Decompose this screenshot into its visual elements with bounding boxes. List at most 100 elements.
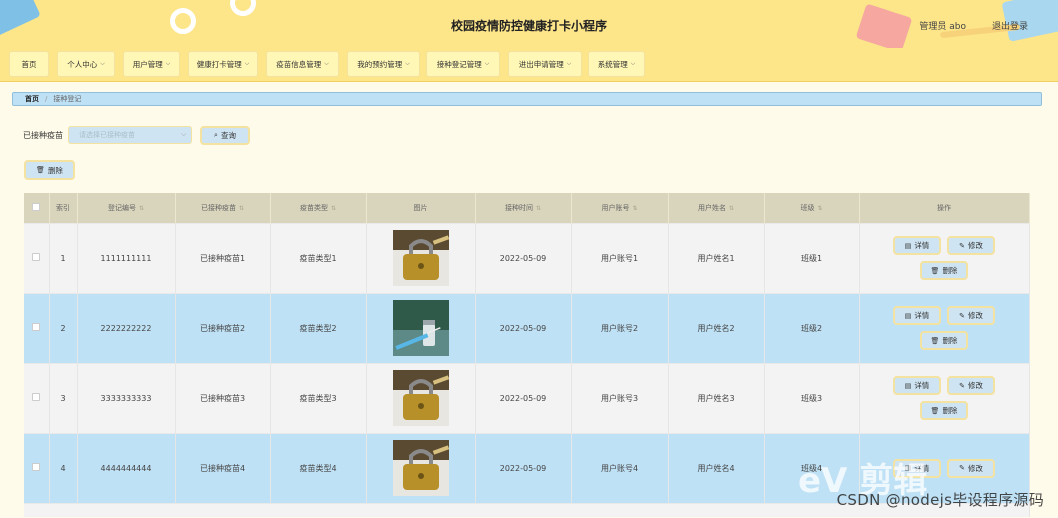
column-header[interactable]: 登记编号 ⇅ — [77, 193, 176, 223]
row-actions: ▤ 详情 ✎ 修改 🗑 删除 — [893, 236, 995, 280]
lock-photo — [392, 370, 449, 426]
edit-button[interactable]: ✎ 修改 — [947, 306, 995, 325]
chevron-down-icon: ⌵ — [405, 60, 410, 67]
vaccine-filter-label: 已接种疫苗 — [23, 131, 63, 140]
nav-item-users[interactable]: 用户管理 ⌵ — [123, 51, 180, 77]
current-user-label: 管理员 abo — [919, 22, 966, 32]
row-checkbox[interactable] — [32, 393, 41, 401]
breadcrumb-separator: / — [45, 95, 48, 103]
breadcrumb-home[interactable]: 首页 — [25, 94, 39, 104]
nav-item-profile[interactable]: 个人中心 ⌵ — [57, 51, 115, 77]
row-code: 4444444444 — [77, 432, 176, 503]
delete-button[interactable]: 🗑 删除 — [920, 261, 968, 280]
pencil-icon: ✎ — [959, 381, 965, 390]
sort-icon[interactable]: ⇅ — [729, 205, 734, 212]
nav-item-label: 首页 — [21, 59, 37, 69]
search-icon: ⌕ — [214, 131, 218, 139]
detail-button[interactable]: ▤ 详情 — [893, 376, 941, 395]
row-code: 2222222222 — [77, 292, 176, 363]
nav-item-vaccination-registry[interactable]: 接种登记管理 ⌵ — [426, 51, 500, 77]
column-header: 操作 — [859, 193, 1030, 223]
nav-item-system[interactable]: 系统管理 ⌵ — [588, 51, 645, 77]
sort-icon[interactable]: ⇅ — [239, 205, 244, 212]
row-vaccine: 已接种疫苗3 — [175, 362, 271, 433]
nav-item-access-requests[interactable]: 进出申请管理 ⌵ — [508, 51, 582, 77]
breadcrumb-current: 接种登记 — [53, 95, 82, 103]
column-header[interactable]: 已接种疫苗 ⇅ — [175, 193, 271, 223]
nav-item-label: 我的预约管理 — [357, 59, 403, 69]
nav-item-vaccine-info[interactable]: 疫苗信息管理 ⌵ — [266, 51, 339, 77]
batch-delete-button[interactable]: 🗑 删除 — [24, 160, 75, 180]
row-class: 班级3 — [764, 362, 860, 433]
nav-item-label: 接种登记管理 — [436, 59, 482, 69]
sort-icon[interactable]: ⇅ — [536, 205, 541, 212]
column-header[interactable]: 用户姓名 ⇅ — [668, 193, 765, 223]
trash-icon: 🗑 — [36, 166, 45, 174]
column-header[interactable]: 用户账号 ⇅ — [571, 193, 669, 223]
nav-item-label: 个人中心 — [67, 59, 98, 69]
row-index: 3 — [49, 362, 78, 433]
row-account: 用户账号2 — [571, 292, 669, 363]
sort-icon[interactable]: ⇅ — [139, 205, 144, 212]
row-checkbox[interactable] — [32, 323, 41, 331]
row-date: 2022-05-09 — [475, 222, 572, 293]
detail-icon: ▤ — [904, 241, 912, 250]
detail-button[interactable]: ▤ 详情 — [893, 306, 941, 325]
nav-item-home[interactable]: 首页 — [9, 51, 49, 77]
lock-photo — [392, 230, 449, 286]
search-button-label: 查询 — [220, 131, 236, 140]
edit-button[interactable]: ✎ 修改 — [947, 458, 995, 478]
delete-button[interactable]: 🗑 删除 — [920, 401, 968, 420]
detail-icon: ▤ — [904, 381, 912, 390]
row-name: 用户姓名4 — [668, 432, 765, 503]
row-date: 2022-05-09 — [475, 362, 572, 433]
sort-icon[interactable]: ⇅ — [331, 205, 336, 212]
detail-button[interactable]: ▤ 详情 — [893, 236, 941, 255]
row-account: 用户账号4 — [571, 432, 669, 503]
nav-item-label: 进出申请管理 — [518, 59, 564, 69]
nav-item-appointments[interactable]: 我的预约管理 ⌵ — [347, 51, 420, 77]
row-checkbox[interactable] — [32, 253, 41, 261]
breadcrumb: 首页 / 接种登记 — [12, 92, 1042, 106]
pencil-icon: ✎ — [959, 241, 965, 250]
chevron-down-icon: ⌵ — [244, 60, 250, 67]
vaccine-syringe-photo — [392, 300, 449, 356]
lock-photo — [392, 440, 449, 496]
row-code: 3333333333 — [77, 362, 176, 433]
row-checkbox[interactable] — [32, 463, 41, 471]
column-header: 图片 — [366, 193, 476, 223]
nav-item-label: 疫苗信息管理 — [276, 59, 322, 69]
row-vaccine-type: 疫苗类型1 — [270, 222, 367, 293]
delete-button[interactable]: 🗑 删除 — [920, 331, 968, 350]
pencil-icon: ✎ — [959, 464, 965, 472]
column-header[interactable]: 班级 ⇅ — [764, 193, 860, 223]
logout-link[interactable]: 退出登录 — [992, 19, 1028, 32]
chevron-down-icon: ⌵ — [181, 130, 187, 138]
edit-button[interactable]: ✎ 修改 — [947, 236, 995, 255]
vaccine-filter-select[interactable] — [68, 126, 192, 144]
chevron-down-icon: ⌵ — [165, 60, 171, 67]
row-vaccine: 已接种疫苗2 — [175, 292, 271, 363]
select-all-checkbox[interactable] — [32, 202, 41, 211]
page-title: 校园疫情防控健康打卡小程序 — [450, 19, 607, 33]
nav-item-health-checkin[interactable]: 健康打卡管理 ⌵ — [188, 51, 258, 77]
select-all-cell[interactable] — [24, 193, 50, 223]
sort-icon[interactable]: ⇅ — [817, 205, 822, 212]
row-actions: ▤ 详情 ✎ 修改 🗑 删除 — [893, 306, 995, 350]
trash-icon: 🗑 — [930, 336, 940, 345]
search-button[interactable]: ⌕ 查询 — [200, 126, 250, 145]
chevron-down-icon: ⌵ — [324, 60, 329, 67]
row-name: 用户姓名2 — [668, 292, 765, 363]
table-header-row: 索引 登记编号 ⇅ 已接种疫苗 ⇅ 疫苗类型 ⇅ 图片 接种时间 ⇅ 用户账号 ⇅ 用户姓… — [24, 193, 1030, 223]
trash-icon: 🗑 — [930, 406, 940, 415]
chevron-down-icon: ⌵ — [630, 60, 636, 67]
row-date: 2022-05-09 — [475, 432, 572, 503]
nav-item-label: 系统管理 — [597, 59, 628, 69]
row-account: 用户账号3 — [571, 362, 669, 433]
column-header[interactable]: 疫苗类型 ⇅ — [270, 193, 367, 223]
detail-icon: ▤ — [904, 311, 912, 320]
column-header[interactable]: 接种时间 ⇅ — [475, 193, 572, 223]
nav-item-label: 健康打卡管理 — [196, 59, 242, 69]
edit-button[interactable]: ✎ 修改 — [947, 376, 995, 395]
sort-icon[interactable]: ⇅ — [632, 205, 637, 212]
